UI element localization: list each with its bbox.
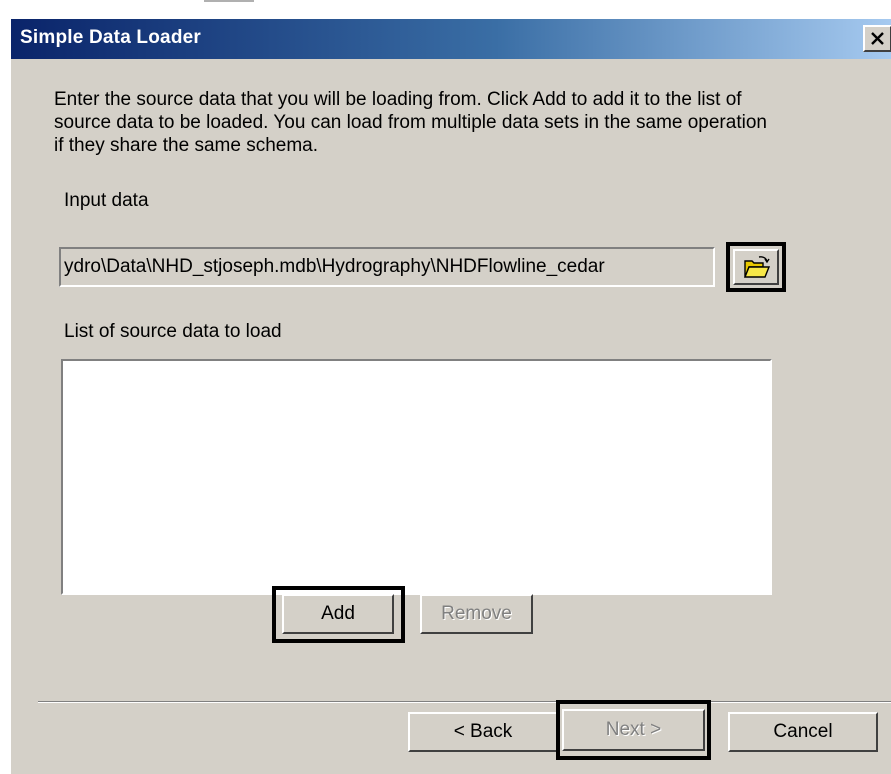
- source-list-label: List of source data to load: [64, 321, 282, 342]
- browse-highlight: [726, 242, 786, 292]
- close-button[interactable]: [863, 25, 891, 52]
- open-folder-icon: [743, 256, 771, 278]
- screen: Simple Data Loader Enter the source data…: [0, 0, 891, 774]
- input-data-label: Input data: [64, 190, 149, 211]
- separator: [38, 701, 891, 703]
- close-icon: [871, 32, 884, 45]
- title-bar[interactable]: Simple Data Loader: [11, 19, 891, 59]
- input-data-field[interactable]: [59, 247, 715, 287]
- simple-data-loader-dialog: Simple Data Loader Enter the source data…: [10, 18, 891, 774]
- remove-button[interactable]: Remove: [420, 594, 533, 634]
- cancel-button[interactable]: Cancel: [728, 712, 878, 752]
- browse-button[interactable]: [733, 249, 779, 285]
- background-strip: [0, 0, 891, 18]
- back-button[interactable]: < Back: [408, 712, 558, 752]
- dialog-title: Simple Data Loader: [20, 27, 201, 48]
- next-button[interactable]: Next >: [562, 709, 705, 751]
- add-button[interactable]: Add: [282, 594, 394, 634]
- background-fragment: [204, 0, 254, 10]
- instructions-text: Enter the source data that you will be l…: [54, 89, 767, 156]
- source-data-list[interactable]: [61, 359, 772, 595]
